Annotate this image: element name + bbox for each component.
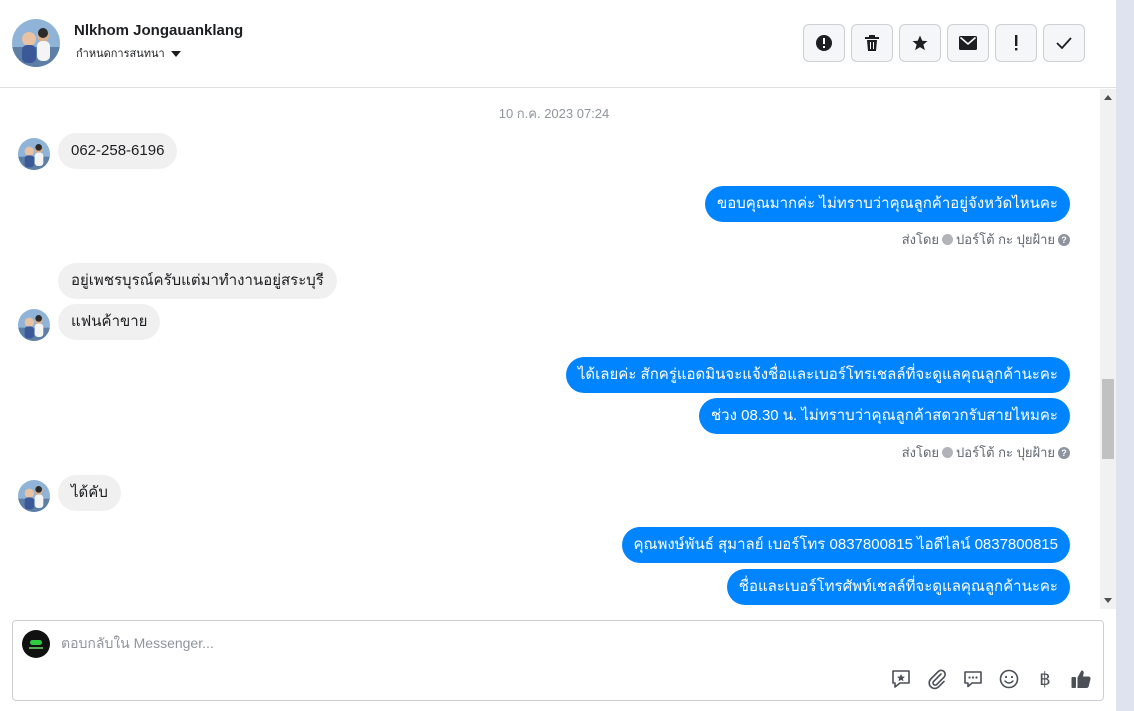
message-thread[interactable]: 10 ก.ค. 2023 07:24 062-258-6196 ขอบคุณมา…	[0, 89, 1100, 609]
star-icon	[912, 35, 928, 51]
emoji-icon	[999, 669, 1019, 689]
payment-button[interactable]: ฿	[1033, 667, 1057, 691]
sender-avatar[interactable]	[18, 138, 50, 170]
message-timestamp: 10 ก.ค. 2023 07:24	[498, 106, 610, 121]
sent-by-name[interactable]: ปอร์โต้ กะ ปุยฝ้าย	[956, 442, 1055, 463]
incoming-message[interactable]: อยู่เพชรบุรณ์ครับแต่มาทำงานอยู่สระบุรี	[58, 263, 337, 299]
caret-down-icon	[170, 50, 181, 57]
outgoing-message[interactable]: ชื่อและเบอร์โทรศัพท์เชลล์ที่จะดูแลคุณลูก…	[726, 569, 1070, 605]
saved-reply-button[interactable]	[889, 667, 913, 691]
page-avatar	[22, 630, 50, 658]
envelope-icon	[959, 36, 977, 50]
attach-file-button[interactable]	[925, 667, 949, 691]
like-icon	[1071, 670, 1091, 688]
sent-by-name[interactable]: ปอร์โต้ กะ ปุยฝ้าย	[956, 229, 1055, 250]
star-button[interactable]	[899, 24, 941, 62]
reply-composer: ฿	[12, 620, 1104, 701]
alert-circle-icon	[816, 35, 832, 51]
scrollbar-thumb[interactable]	[1102, 379, 1114, 459]
help-icon[interactable]: ?	[1058, 233, 1070, 246]
conversation-header: Nlkhom Jongauanklang กำหนดการสนทนา	[0, 0, 1116, 88]
page-scrollbar[interactable]	[1116, 0, 1134, 711]
outgoing-message[interactable]: คุณพงษ์พันธ์ สุมาลย์ เบอร์โทร 0837800815…	[621, 527, 1070, 563]
outgoing-message[interactable]: ขอบคุณมากค่ะ ไม่ทราบว่าคุณลูกค้าอยู่จังห…	[705, 186, 1070, 222]
messenger-inbox-conversation: Nlkhom Jongauanklang กำหนดการสนทนา 10 ก.…	[0, 0, 1134, 711]
outgoing-message[interactable]: ได้เลยค่ะ สักครู่แอดมินจะแจ้งชื่อและเบอร…	[565, 357, 1070, 393]
exclamation-icon	[1015, 35, 1018, 51]
mark-unread-button[interactable]	[947, 24, 989, 62]
incoming-message[interactable]: 062-258-6196	[58, 133, 178, 169]
incoming-message[interactable]: ได้คับ	[58, 475, 121, 511]
sent-by-info: ส่งโดย ปอร์โต้ กะ ปุยฝ้าย ?	[902, 442, 1070, 463]
attachment-icon	[928, 669, 946, 690]
composer-toolbar: ฿	[889, 667, 1093, 691]
quick-replies-button[interactable]	[961, 667, 985, 691]
scroll-up-arrow-icon[interactable]	[1104, 95, 1112, 100]
contact-avatar[interactable]	[12, 19, 60, 67]
incoming-message[interactable]: แฟนค้าขาย	[58, 304, 161, 340]
saved-reply-icon	[892, 670, 910, 688]
emoji-button[interactable]	[997, 667, 1021, 691]
baht-icon: ฿	[1039, 668, 1051, 690]
assign-label: กำหนดการสนทนา	[76, 48, 165, 60]
delete-button[interactable]	[851, 24, 893, 62]
sent-by-info: ส่งโดย ปอร์โต้ กะ ปุยฝ้าย ?	[902, 229, 1070, 250]
help-icon[interactable]: ?	[1058, 446, 1070, 459]
sender-avatar[interactable]	[18, 309, 50, 341]
outgoing-message[interactable]: ช่วง 08.30 น. ไม่ทราบว่าคุณลูกค้าสดวกรับ…	[699, 398, 1070, 434]
alert-button[interactable]	[803, 24, 845, 62]
contact-name[interactable]: Nlkhom Jongauanklang	[74, 22, 243, 39]
mark-done-button[interactable]	[1043, 24, 1085, 62]
assign-conversation-dropdown[interactable]: กำหนดการสนทนา	[76, 44, 181, 62]
spam-button[interactable]	[995, 24, 1037, 62]
verified-icon	[942, 447, 954, 458]
scroll-down-arrow-icon[interactable]	[1104, 598, 1112, 603]
trash-icon	[865, 35, 879, 51]
checkmark-icon	[1056, 37, 1072, 49]
send-like-button[interactable]	[1069, 667, 1093, 691]
sent-by-label: ส่งโดย	[901, 445, 940, 460]
thread-scrollbar[interactable]	[1100, 89, 1116, 609]
sender-avatar[interactable]	[18, 480, 50, 512]
verified-icon	[942, 234, 954, 245]
sent-by-label: ส่งโดย	[901, 232, 940, 247]
reply-input[interactable]	[61, 633, 861, 653]
chat-bubble-icon	[964, 671, 982, 688]
conversation-actions	[803, 24, 1085, 62]
